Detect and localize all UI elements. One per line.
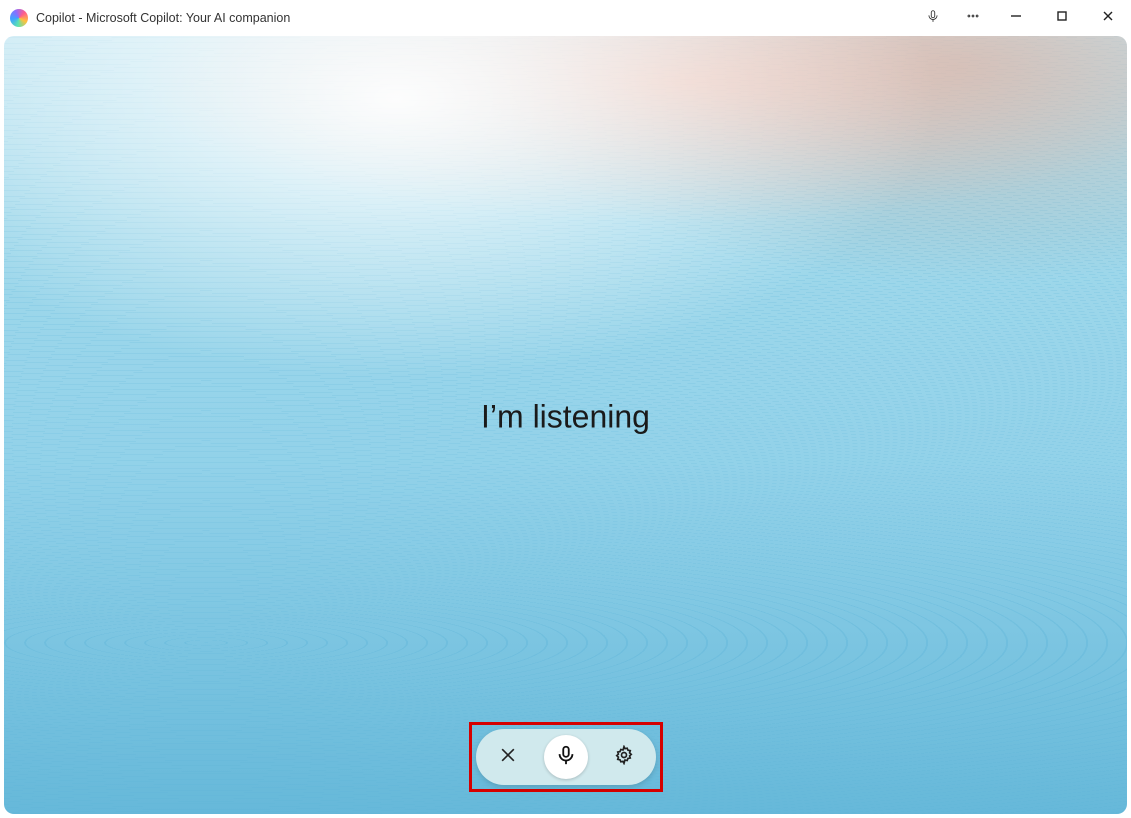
more-icon — [966, 9, 980, 28]
titlebar-mic-button[interactable] — [913, 0, 953, 36]
voice-settings-button[interactable] — [610, 743, 638, 771]
minimize-icon — [1009, 9, 1023, 28]
window-minimize-button[interactable] — [993, 0, 1039, 36]
window-title: Copilot - Microsoft Copilot: Your AI com… — [36, 11, 290, 25]
close-icon — [1101, 9, 1115, 28]
copilot-logo-icon — [10, 9, 28, 27]
titlebar: Copilot - Microsoft Copilot: Your AI com… — [0, 0, 1131, 36]
window-close-button[interactable] — [1085, 0, 1131, 36]
listening-status-text: I’m listening — [481, 399, 650, 436]
maximize-icon — [1055, 9, 1069, 28]
titlebar-right — [913, 0, 1131, 36]
gear-icon — [614, 745, 634, 770]
titlebar-left: Copilot - Microsoft Copilot: Your AI com… — [0, 9, 290, 27]
main-content: I’m listening — [4, 36, 1127, 814]
microphone-button[interactable] — [544, 735, 588, 779]
voice-control-bar — [476, 729, 656, 785]
window-maximize-button[interactable] — [1039, 0, 1085, 36]
microphone-icon — [926, 9, 940, 28]
annotation-highlight-box — [469, 722, 663, 792]
titlebar-more-button[interactable] — [953, 0, 993, 36]
close-voice-button[interactable] — [494, 743, 522, 771]
microphone-icon — [555, 744, 577, 771]
x-icon — [498, 745, 518, 770]
